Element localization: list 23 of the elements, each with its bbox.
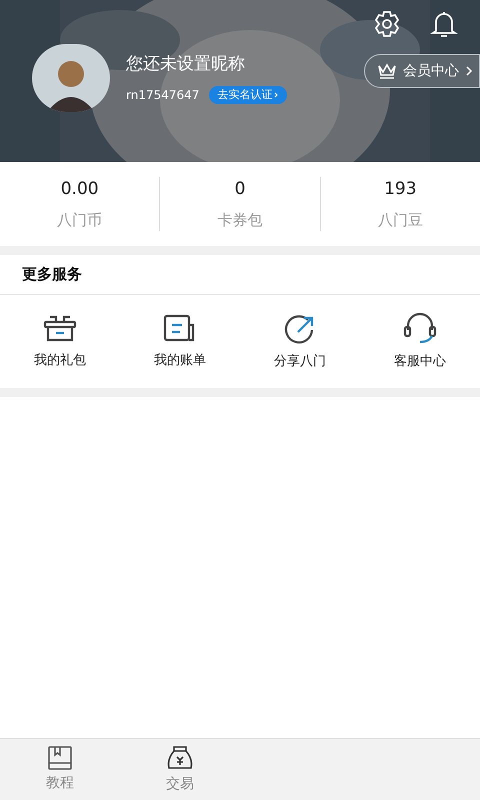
stat-value: 0.00 — [60, 178, 99, 201]
verify-badge[interactable]: 去实名认证 — [209, 86, 288, 104]
notification-bell-icon[interactable] — [430, 10, 458, 38]
service-item[interactable]: 我的礼包 — [0, 295, 120, 388]
headset-icon — [402, 312, 438, 344]
chevron-icon — [274, 92, 280, 98]
nickname: 您还未设置昵称 — [126, 53, 246, 76]
section-title: 更多服务 — [22, 264, 82, 286]
stat-label: 卡券包 — [217, 210, 262, 230]
user-id: rn17547647 — [126, 86, 200, 104]
crown-icon — [377, 63, 397, 79]
stat-value: 193 — [384, 178, 417, 201]
member-center-button[interactable]: 会员中心 — [364, 54, 480, 88]
money-bag-icon — [166, 744, 194, 772]
stat-label: 八门币 — [57, 210, 102, 230]
settings-icon[interactable] — [372, 10, 402, 38]
chevron-icon — [465, 65, 473, 77]
stat-label: 八门豆 — [378, 210, 423, 230]
service-item[interactable]: 分享八门 — [240, 295, 360, 388]
book-icon — [47, 745, 73, 771]
service-item[interactable]: 我的账单 — [120, 295, 240, 388]
stat-value: 0 — [234, 178, 246, 201]
service-item[interactable]: 客服中心 — [360, 295, 480, 388]
